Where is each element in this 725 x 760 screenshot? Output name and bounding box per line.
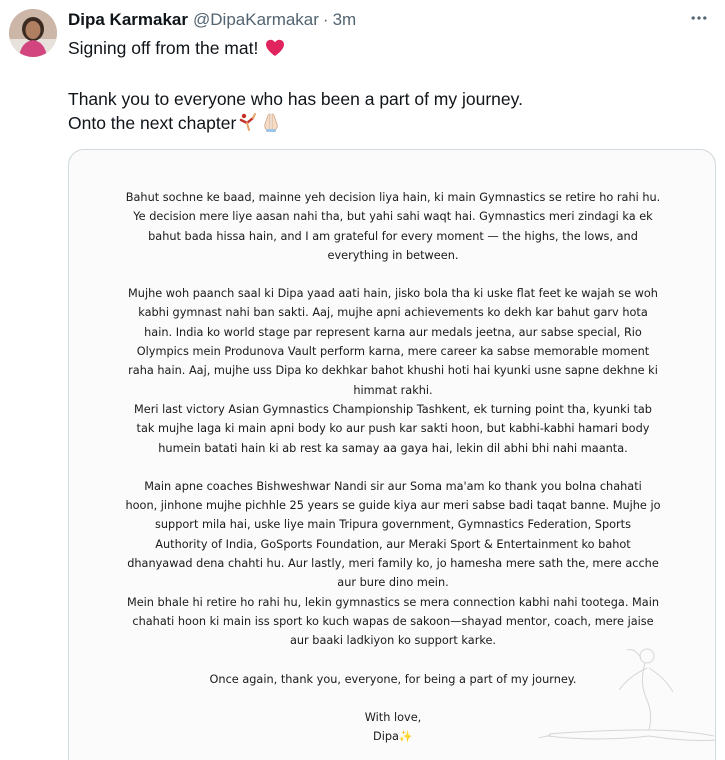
tweet-text: Signing off from the mat! Thank you to e…	[68, 36, 698, 138]
letter-line: chahati hoon ki main iss sport ko kuch w…	[132, 614, 654, 628]
letter-line: hoon, jinhone mujhe pichhle 25 years se …	[125, 499, 661, 513]
ellipsis-icon	[691, 16, 707, 20]
letter-line: Mujhe woh paanch saal ki Dipa yaad aati …	[128, 287, 658, 301]
avatar-photo-icon	[9, 9, 57, 57]
letter-line: hain. India ko world stage par represent…	[144, 325, 642, 339]
tweet-header: Dipa Karmakar @DipaKarmakar · 3m	[68, 10, 675, 32]
more-options-button[interactable]	[687, 6, 711, 30]
heart-icon	[265, 39, 285, 63]
timestamp[interactable]: 3m	[333, 10, 357, 30]
folded-hands-icon	[260, 112, 282, 138]
gymnast-icon	[238, 112, 258, 138]
letter-line: support mila hai, uske liye main Tripura…	[155, 518, 631, 532]
display-name[interactable]: Dipa Karmakar	[68, 10, 188, 30]
letter-line: Olympics mein Produnova Vault perform ka…	[136, 345, 650, 359]
letter-line: humein batati hain ki ab rest ka samay a…	[158, 441, 628, 455]
gymnast-sketch-icon	[538, 648, 715, 741]
letter-line: Main apne coaches Bishweshwar Nandi sir …	[144, 479, 642, 493]
letter-line: Authority of India, GoSports Foundation,…	[155, 537, 631, 551]
letter-line: Mein bhale hi retire ho rahi hu, lekin g…	[126, 595, 660, 609]
avatar[interactable]	[9, 9, 57, 57]
separator-dot: ·	[322, 10, 329, 29]
letter-line: Bahut sochne ke baad, mainne yeh decisio…	[125, 191, 661, 204]
letter-line: tak mujhe laga ki main apni body ko aur …	[136, 422, 650, 436]
tweet[interactable]: Dipa Karmakar @DipaKarmakar · 3m Signing…	[0, 0, 725, 760]
letter-line: dhanyawad dena chahti hu. Aur lastly, me…	[127, 557, 659, 571]
letter-line: raha hain. Aaj, mujhe uss Dipa ko dekhka…	[128, 364, 658, 378]
letter-line: everything in between.	[327, 248, 459, 262]
letter-line: aur bure dino mein.	[337, 576, 449, 590]
letter-line: bahut bada hissa hain, and I am grateful…	[148, 229, 638, 243]
letter-line: kabhi gymnast nahi ban sakti. Aaj, mujhe…	[138, 306, 648, 320]
attached-image[interactable]: Bahut sochne ke baad, mainne yeh decisio…	[68, 149, 716, 760]
letter-line: Ye decision mere liye aasan nahi tha, bu…	[133, 210, 653, 224]
tweet-line: Signing off from the mat!	[68, 36, 698, 63]
tweet-line: Onto the next chapter	[68, 111, 698, 138]
tweet-line: Thank you to everyone who has been a par…	[68, 89, 523, 109]
letter-line: Meri last victory Asian Gymnastics Champ…	[134, 402, 652, 416]
user-handle[interactable]: @DipaKarmakar	[193, 10, 319, 30]
letter-line: himmat rakhi.	[353, 383, 433, 397]
